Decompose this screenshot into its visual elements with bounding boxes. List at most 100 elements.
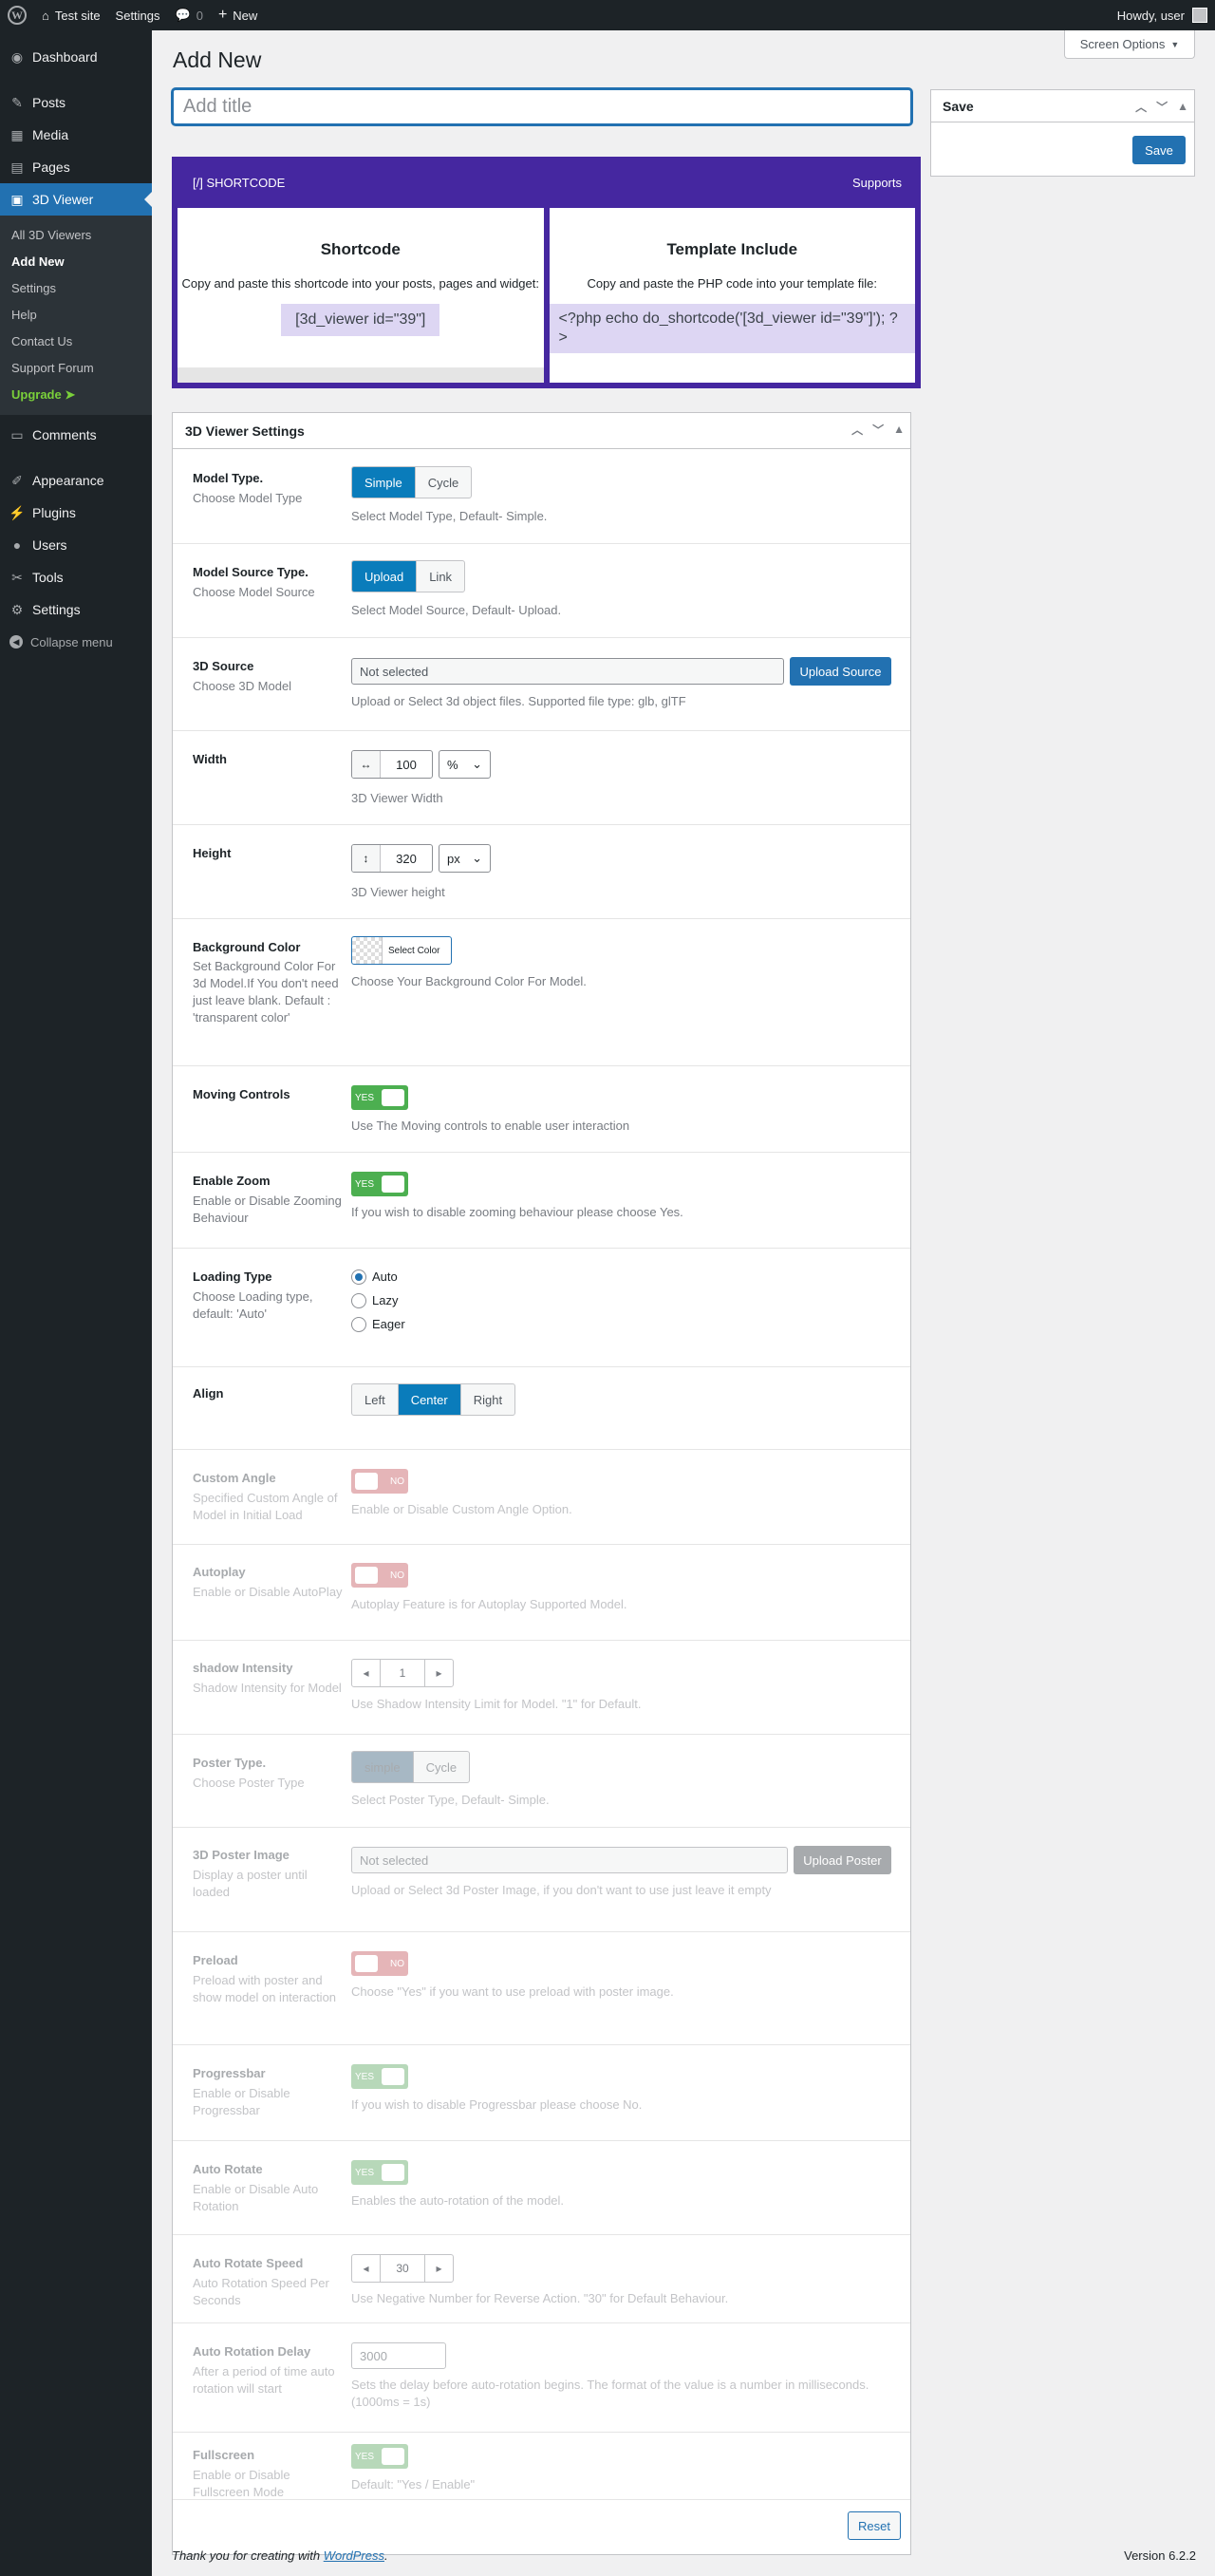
menu-media[interactable]: ▦ Media	[0, 119, 152, 151]
option-simple[interactable]: Simple	[352, 467, 415, 498]
model-source-toggle[interactable]: Upload Link	[351, 560, 466, 592]
save-button[interactable]: Save	[1132, 136, 1186, 164]
home-icon: ⌂	[42, 8, 49, 23]
submenu-add-new[interactable]: Add New	[0, 249, 152, 275]
increment-icon[interactable]: ▸	[424, 1660, 453, 1686]
poster-option-cycle[interactable]: Cycle	[412, 1752, 470, 1782]
poster-option-simple[interactable]: simple	[352, 1752, 413, 1782]
submenu-help[interactable]: Help	[0, 302, 152, 329]
height-input[interactable]: ↕ 320	[351, 844, 433, 873]
wrench-icon: ✂	[11, 569, 23, 585]
menu-posts[interactable]: ✎ Posts	[0, 86, 152, 119]
menu-settings[interactable]: ⚙ Settings	[0, 593, 152, 626]
row-auto-rotate: Auto Rotate Enable or Disable Auto Rotat…	[173, 2141, 910, 2235]
align-center[interactable]: Center	[397, 1384, 460, 1415]
rotate-speed-stepper[interactable]: ◂ 30 ▸	[351, 2254, 454, 2283]
new-content-link[interactable]: + New	[211, 0, 265, 30]
wordpress-logo-menu[interactable]: W	[0, 0, 34, 30]
settings-link[interactable]: Settings	[108, 0, 168, 30]
move-up-icon[interactable]: ︿	[1135, 99, 1147, 115]
upload-poster-button[interactable]: Upload Poster	[794, 1846, 891, 1874]
wordpress-link[interactable]: WordPress	[324, 2548, 384, 2563]
custom-angle-toggle[interactable]: NO	[351, 1469, 408, 1494]
pin-icon: ✎	[11, 94, 23, 110]
row-preload: Preload Preload with poster and show mod…	[173, 1932, 910, 2045]
option-cycle[interactable]: Cycle	[414, 467, 472, 498]
chevron-down-icon: ⌄	[472, 851, 482, 865]
template-code[interactable]: <?php echo do_shortcode('[3d_viewer id="…	[549, 304, 915, 353]
align-toggle[interactable]: Left Center Right	[351, 1383, 516, 1416]
move-down-icon[interactable]: ﹀	[872, 422, 884, 438]
menu-appearance[interactable]: ✐ Appearance	[0, 464, 152, 497]
moving-controls-toggle[interactable]: YES	[351, 1085, 408, 1110]
align-right[interactable]: Right	[459, 1384, 514, 1415]
height-unit-select[interactable]: px ⌄	[439, 844, 491, 873]
row-shadow-intensity: shadow Intensity Shadow Intensity for Mo…	[173, 1641, 910, 1735]
option-upload[interactable]: Upload	[352, 561, 417, 592]
title-input[interactable]	[172, 88, 912, 125]
reset-button[interactable]: Reset	[848, 2511, 901, 2540]
screen-options-button[interactable]: Screen Options ▼	[1064, 30, 1195, 59]
autoplay-toggle[interactable]: NO	[351, 1563, 408, 1588]
source-file-input[interactable]: Not selected	[351, 658, 784, 685]
submenu-contact-us[interactable]: Contact Us	[0, 329, 152, 355]
comments-link[interactable]: 💬 0	[168, 0, 211, 30]
decrement-icon[interactable]: ◂	[352, 1660, 381, 1686]
chevron-down-icon: ⌄	[472, 757, 482, 771]
poster-file-input[interactable]: Not selected	[351, 1847, 788, 1873]
my-account[interactable]: Howdy, user	[1117, 0, 1207, 30]
progressbar-toggle[interactable]: YES	[351, 2064, 408, 2089]
menu-plugins[interactable]: ⚡ Plugins	[0, 497, 152, 529]
row-auto-rotate-speed: Auto Rotate Speed Auto Rotation Speed Pe…	[173, 2235, 910, 2323]
menu-3d-viewer[interactable]: ▣ 3D Viewer	[0, 183, 152, 216]
width-unit-select[interactable]: % ⌄	[439, 750, 491, 779]
menu-pages[interactable]: ▤ Pages	[0, 151, 152, 183]
auto-rotate-toggle[interactable]: YES	[351, 2160, 408, 2185]
select-color-button[interactable]: Select Color	[351, 936, 452, 965]
footer-thanks: Thank you for creating with WordPress.	[172, 2548, 388, 2563]
menu-comments[interactable]: ▭ Comments	[0, 419, 152, 451]
radio-eager[interactable]: Eager	[351, 1312, 405, 1336]
toggle-panel-icon[interactable]: ▲	[1177, 100, 1188, 113]
row-progressbar: Progressbar Enable or Disable Progressba…	[173, 2045, 910, 2141]
menu-tools[interactable]: ✂ Tools	[0, 561, 152, 593]
model-type-toggle[interactable]: Simple Cycle	[351, 466, 473, 498]
increment-icon[interactable]: ▸	[424, 2255, 453, 2282]
settings-icon: ⚙	[10, 601, 24, 617]
submenu-upgrade[interactable]: Upgrade ➤	[0, 382, 152, 408]
row-loading-type: Loading Type Choose Loading type, defaul…	[173, 1249, 910, 1367]
fullscreen-toggle[interactable]: YES	[351, 2444, 408, 2469]
toggle-panel-icon[interactable]: ▲	[893, 423, 905, 436]
preload-toggle[interactable]: NO	[351, 1951, 408, 1976]
row-background-color: Background Color Set Background Color Fo…	[173, 919, 910, 1066]
shortcode-logo: [/] SHORTCODE	[193, 175, 286, 190]
poster-type-toggle[interactable]: simple Cycle	[351, 1751, 471, 1783]
submenu-support-forum[interactable]: Support Forum	[0, 355, 152, 382]
site-name-link[interactable]: ⌂ Test site	[34, 0, 108, 30]
move-up-icon[interactable]: ︿	[851, 422, 863, 438]
option-link[interactable]: Link	[416, 561, 464, 592]
footer-version: Version 6.2.2	[1124, 2548, 1196, 2563]
supports-link[interactable]: Supports	[852, 176, 902, 190]
submenu-all-viewers[interactable]: All 3D Viewers	[0, 222, 152, 249]
radio-lazy[interactable]: Lazy	[351, 1288, 405, 1312]
row-model-type: Model Type. Choose Model Type Simple Cyc…	[173, 449, 910, 544]
collapse-menu-button[interactable]: ◀ Collapse menu	[0, 626, 152, 658]
rotation-delay-input[interactable]: 3000	[351, 2342, 446, 2369]
menu-dashboard[interactable]: ◉ Dashboard	[0, 41, 152, 73]
viewer-icon: ▣	[10, 191, 24, 207]
shadow-stepper[interactable]: ◂ 1 ▸	[351, 1659, 454, 1687]
row-poster-image: 3D Poster Image Display a poster until l…	[173, 1828, 910, 1932]
users-icon: ●	[12, 537, 22, 553]
radio-auto[interactable]: Auto	[351, 1265, 405, 1288]
upload-source-button[interactable]: Upload Source	[790, 657, 891, 686]
decrement-icon[interactable]: ◂	[352, 2255, 381, 2282]
width-input[interactable]: ↔ 100	[351, 750, 433, 779]
shortcode-code[interactable]: [3d_viewer id="39"]	[281, 304, 440, 336]
template-column: Template Include Copy and paste the PHP …	[549, 208, 915, 383]
align-left[interactable]: Left	[352, 1384, 398, 1415]
move-down-icon[interactable]: ﹀	[1156, 99, 1168, 115]
enable-zoom-toggle[interactable]: YES	[351, 1172, 408, 1196]
menu-users[interactable]: ● Users	[0, 529, 152, 561]
submenu-settings[interactable]: Settings	[0, 275, 152, 302]
